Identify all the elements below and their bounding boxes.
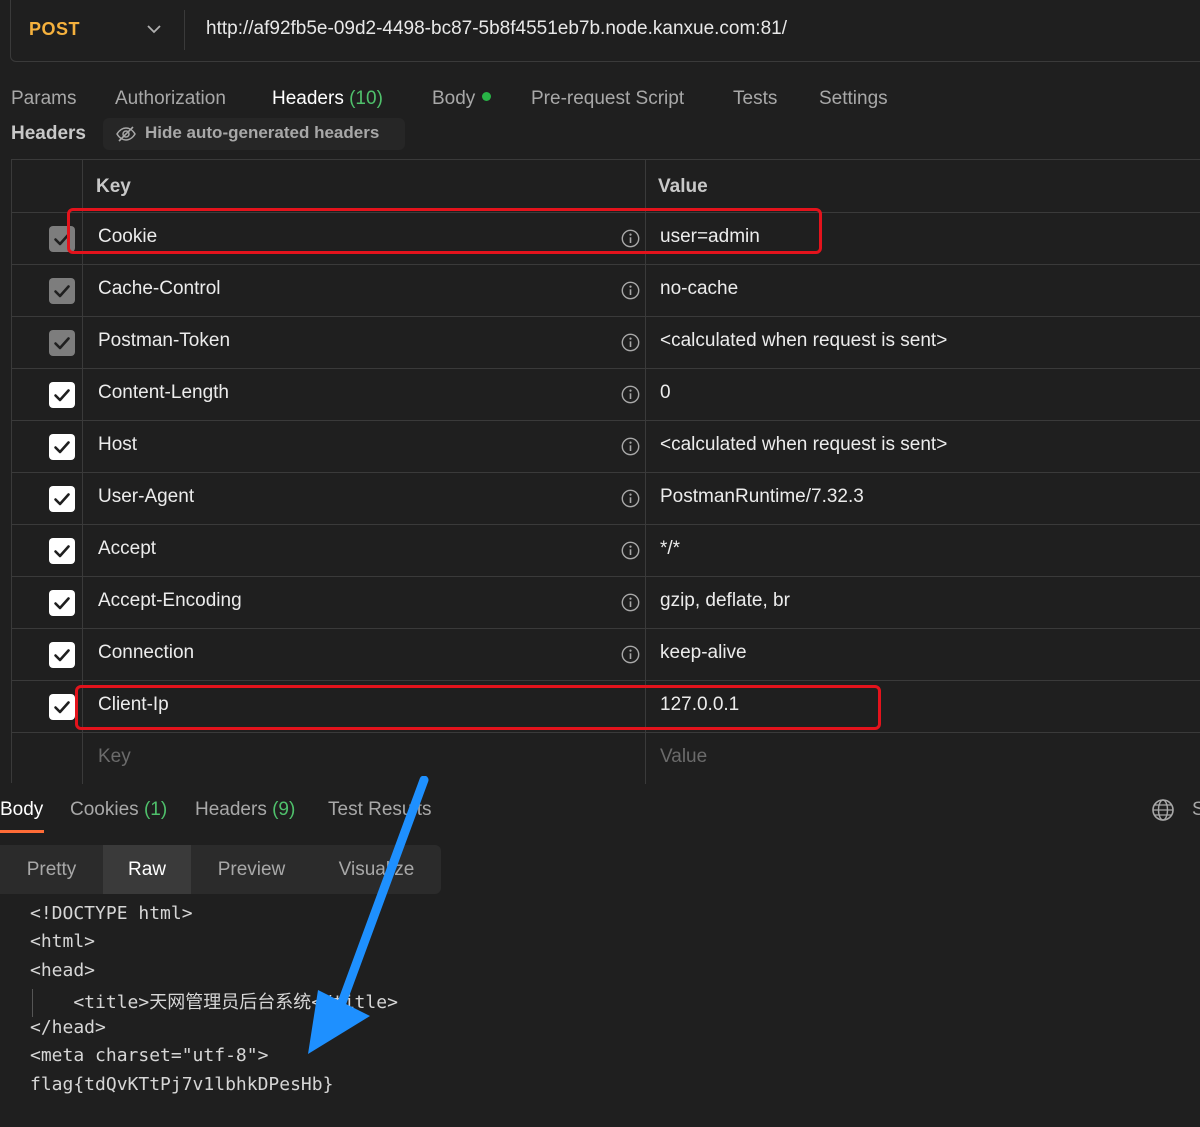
header-value[interactable]: no-cache — [660, 278, 738, 300]
truncated-tab[interactable]: S — [1192, 799, 1200, 821]
chevron-down-icon[interactable] — [145, 20, 163, 38]
header-checkbox[interactable] — [49, 434, 75, 460]
code-line: flag{tdQvKTtPj7v1lbhkDPesHb} — [30, 1074, 334, 1095]
code-line: <html> — [30, 931, 96, 952]
info-icon[interactable] — [621, 593, 640, 612]
divider — [184, 10, 185, 50]
code-line: <meta charset="utf-8"> — [30, 1045, 269, 1066]
header-checkbox[interactable] — [49, 538, 75, 564]
header-value[interactable]: keep-alive — [660, 642, 747, 664]
response-tab-headers-label: Headers — [195, 799, 267, 820]
table-row: Host <calculated when request is sent> — [12, 420, 1200, 472]
info-icon[interactable] — [621, 489, 640, 508]
annotation-arrow-icon — [308, 776, 429, 1054]
new-header-row: Key Value — [12, 732, 1200, 784]
header-key[interactable]: Accept-Encoding — [98, 590, 242, 612]
header-checkbox[interactable] — [49, 278, 75, 304]
code-line: <!DOCTYPE html> — [30, 903, 193, 924]
response-tabs: Body Cookies (1) Headers (9) Test Result… — [0, 795, 1200, 835]
header-key[interactable]: Connection — [98, 642, 194, 664]
tab-tests[interactable]: Tests — [733, 88, 777, 110]
info-icon[interactable] — [621, 645, 640, 664]
new-value-input[interactable]: Value — [660, 746, 707, 768]
header-checkbox[interactable] — [49, 590, 75, 616]
tab-headers[interactable]: Headers (10) — [272, 88, 383, 110]
request-bar: POST http://af92fb5e-09d2-4498-bc87-5b8f… — [10, 0, 1200, 62]
table-row: Accept */* — [12, 524, 1200, 576]
table-row: Content-Length 0 — [12, 368, 1200, 420]
header-key[interactable]: Cache-Control — [98, 278, 221, 300]
tab-headers-label: Headers — [272, 88, 344, 109]
table-row: Connection keep-alive — [12, 628, 1200, 680]
headers-section-title: Headers — [11, 123, 86, 144]
info-icon[interactable] — [621, 385, 640, 404]
table-row: User-Agent PostmanRuntime/7.32.3 — [12, 472, 1200, 524]
header-value[interactable]: <calculated when request is sent> — [660, 330, 947, 352]
response-tab-cookies-count: (1) — [143, 799, 168, 820]
header-checkbox[interactable] — [49, 486, 75, 512]
response-tab-cookies[interactable]: Cookies (1) — [70, 799, 167, 821]
tab-body[interactable]: Body — [432, 88, 492, 110]
header-checkbox[interactable] — [49, 694, 75, 720]
info-icon[interactable] — [621, 281, 640, 300]
header-checkbox[interactable] — [49, 382, 75, 408]
highlight-box-cookie — [67, 208, 822, 254]
response-tab-body[interactable]: Body — [0, 799, 43, 821]
info-icon[interactable] — [621, 437, 640, 456]
hide-auto-headers-label: Hide auto-generated headers — [145, 123, 380, 142]
view-preview[interactable]: Preview — [191, 845, 312, 894]
code-line: <head> — [30, 960, 96, 981]
highlight-box-client-ip — [75, 685, 881, 730]
tab-settings[interactable]: Settings — [819, 88, 888, 110]
table-row: Cache-Control no-cache — [12, 264, 1200, 316]
info-icon[interactable] — [621, 541, 640, 560]
method-select[interactable]: POST — [29, 19, 80, 40]
header-checkbox[interactable] — [49, 330, 75, 356]
header-value[interactable]: PostmanRuntime/7.32.3 — [660, 486, 864, 508]
header-key[interactable]: User-Agent — [98, 486, 194, 508]
status-dot-icon — [482, 92, 492, 101]
response-tab-headers-count: (9) — [272, 799, 296, 820]
header-key[interactable]: Content-Length — [98, 382, 229, 404]
column-header-value: Value — [658, 176, 708, 197]
tab-body-label: Body — [432, 88, 476, 109]
column-header-key: Key — [96, 176, 131, 197]
tab-authorization[interactable]: Authorization — [115, 88, 226, 110]
globe-icon[interactable] — [1151, 798, 1175, 822]
table-row: Accept-Encoding gzip, deflate, br — [12, 576, 1200, 628]
header-value[interactable]: <calculated when request is sent> — [660, 434, 947, 456]
view-pretty[interactable]: Pretty — [0, 845, 103, 894]
tab-params[interactable]: Params — [11, 88, 76, 110]
header-key[interactable]: Accept — [98, 538, 156, 560]
header-checkbox[interactable] — [49, 642, 75, 668]
active-tab-indicator — [0, 830, 44, 833]
table-row: Postman-Token <calculated when request is… — [12, 316, 1200, 368]
header-value[interactable]: */* — [660, 538, 680, 560]
code-line: </head> — [30, 1017, 106, 1038]
info-icon[interactable] — [621, 333, 640, 352]
response-tab-headers[interactable]: Headers (9) — [195, 799, 295, 821]
header-key[interactable]: Host — [98, 434, 137, 456]
view-raw[interactable]: Raw — [103, 845, 191, 894]
header-value[interactable]: gzip, deflate, br — [660, 590, 790, 612]
response-tab-cookies-label: Cookies — [70, 799, 139, 820]
new-key-input[interactable]: Key — [98, 746, 131, 768]
header-value[interactable]: 0 — [660, 382, 671, 404]
header-key[interactable]: Postman-Token — [98, 330, 230, 352]
tab-headers-count: (10) — [349, 88, 383, 109]
url-input[interactable]: http://af92fb5e-09d2-4498-bc87-5b8f4551e… — [206, 18, 787, 40]
hide-auto-headers-button[interactable]: Hide auto-generated headers — [103, 118, 405, 150]
tab-pre-request-script[interactable]: Pre-request Script — [531, 88, 684, 110]
eye-off-icon — [116, 126, 136, 142]
